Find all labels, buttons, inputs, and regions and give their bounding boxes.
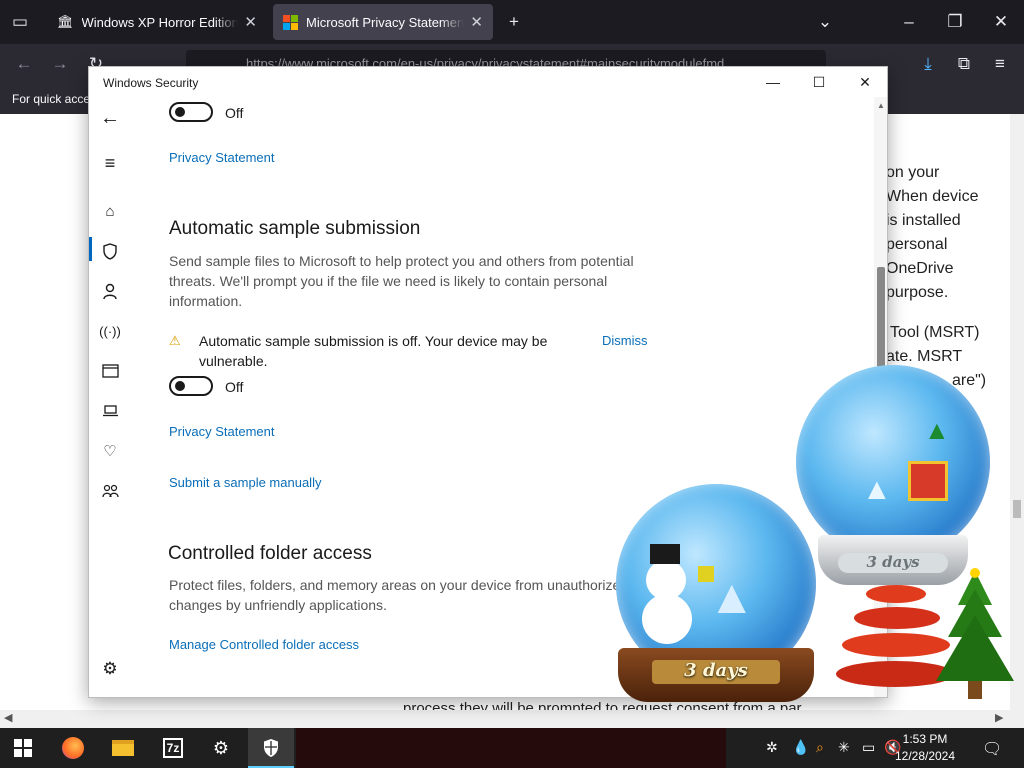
controlled-folder-access-heading: Controlled folder access xyxy=(168,543,372,564)
warning-icon: ⚠ xyxy=(169,333,181,348)
page-text: Tool (MSRT) xyxy=(890,324,980,341)
bookmarks-hint: For quick acce xyxy=(12,92,91,106)
christmas-tree-icon xyxy=(930,565,1020,705)
chevron-down-icon[interactable]: ⌄ xyxy=(809,6,841,38)
settings-icon[interactable]: ⚙ xyxy=(198,728,244,768)
warning-text: Automatic sample submission is off. Your… xyxy=(199,333,548,369)
page-text: When device xyxy=(886,188,979,205)
nav-selection-indicator xyxy=(89,237,92,261)
tab-xp-horror[interactable]: 🏛 Windows XP Horror Edition (De ✕ xyxy=(47,4,267,40)
snowflake-icon[interactable]: ✳ xyxy=(838,739,850,756)
windows-security-taskbar-icon[interactable] xyxy=(248,728,294,768)
days-label: 3 days xyxy=(652,660,780,684)
menu-icon[interactable]: ≡ xyxy=(984,48,1016,80)
taskbar-wallpaper-strip xyxy=(296,728,726,768)
close-tab-icon[interactable]: ✕ xyxy=(244,13,257,31)
snowy-tree-icon: ▲ xyxy=(708,571,756,624)
tree-icon: ▲ xyxy=(924,415,950,445)
top-hat-icon xyxy=(650,544,680,564)
forward-icon[interactable]: → xyxy=(44,48,76,80)
close-icon[interactable]: ✕ xyxy=(842,67,887,97)
globe-glass xyxy=(796,365,990,559)
privacy-statement-link[interactable]: Privacy Statement xyxy=(169,150,275,165)
search-icon[interactable]: ⌕ xyxy=(816,739,824,756)
settings-icon[interactable]: ⚙ xyxy=(95,655,125,683)
submit-sample-link[interactable]: Submit a sample manually xyxy=(169,475,321,490)
manage-controlled-folder-access-link[interactable]: Manage Controlled folder access xyxy=(169,637,359,652)
controlled-folder-access-description: Protect files, folders, and memory areas… xyxy=(169,577,629,613)
scroll-up-icon[interactable]: ▲ xyxy=(877,101,885,110)
gift-icon xyxy=(908,461,948,501)
tab-label: Windows XP Horror Edition (De xyxy=(81,14,239,30)
download-icon[interactable]: ⤓ xyxy=(912,48,944,80)
7zip-icon[interactable]: 7z xyxy=(150,728,196,768)
back-icon[interactable]: ← xyxy=(8,48,40,80)
start-button[interactable] xyxy=(0,728,46,768)
page-text: ate. MSRT xyxy=(886,348,963,365)
browser-tab-bar: ▭ 🏛 Windows XP Horror Edition (De ✕ Micr… xyxy=(0,0,1024,44)
new-tab-icon[interactable]: + xyxy=(498,6,530,38)
page-text: on your xyxy=(886,164,940,181)
page-text: personal xyxy=(886,236,948,253)
app-browser-icon[interactable] xyxy=(95,357,125,385)
notification-icon[interactable]: 🗨 xyxy=(982,739,1002,759)
tab-list-icon[interactable]: ▭ xyxy=(4,6,36,38)
home-icon[interactable]: ⌂ xyxy=(95,197,125,225)
clock-date: 12/28/2024 xyxy=(894,749,956,763)
close-window-icon[interactable]: ✕ xyxy=(985,6,1017,38)
privacy-statement-link[interactable]: Privacy Statement xyxy=(169,424,275,439)
snowy-tree-icon: ▲ xyxy=(862,473,892,506)
sample-submission-description: Send sample files to Microsoft to help p… xyxy=(169,253,634,309)
clock-time: 1:53 PM xyxy=(902,732,948,746)
page-text: purpose. xyxy=(886,284,949,301)
snowman-body xyxy=(642,594,692,644)
page-text: OneDrive xyxy=(886,260,954,277)
left-nav: ← ≡ ⌂ ((·)) ♡ ⚙ xyxy=(89,97,131,697)
restore-icon[interactable]: ❐ xyxy=(939,6,971,38)
extensions-icon[interactable]: ⧉ xyxy=(948,48,980,80)
droplet-icon[interactable]: 💧 xyxy=(792,739,809,756)
file-explorer-icon[interactable] xyxy=(100,728,146,768)
horizontal-scrollbar[interactable]: ◀ ▶ xyxy=(0,710,1024,728)
network-icon[interactable]: ▭ xyxy=(862,739,875,756)
hamburger-icon[interactable]: ≡ xyxy=(95,149,125,177)
tray-app-icon[interactable]: ✲ xyxy=(766,739,778,756)
toggle-label: Off xyxy=(225,105,244,121)
close-tab-icon[interactable]: ✕ xyxy=(470,13,483,31)
dismiss-button[interactable]: Dismiss xyxy=(602,333,648,348)
page-text: is installed xyxy=(886,212,961,229)
microsoft-logo-icon xyxy=(283,14,298,30)
taskbar: 7z ⚙ ✲ 💧 ⌕ ✳ ▭ 🔇 1:53 PM 12/28/2024 🗨 xyxy=(0,728,1024,768)
scroll-right-icon[interactable]: ▶ xyxy=(995,711,1003,724)
snow-globe-left[interactable]: ▲ 3 days xyxy=(612,484,822,704)
family-icon[interactable] xyxy=(95,477,125,505)
window-scroll-thumb[interactable] xyxy=(877,267,885,367)
person-icon[interactable] xyxy=(95,277,125,305)
museum-icon: 🏛 xyxy=(57,14,74,29)
maximize-icon[interactable]: ☐ xyxy=(796,67,842,97)
toggle-switch[interactable] xyxy=(169,102,213,122)
toggle-label: Off xyxy=(225,379,244,395)
page-scroll-thumb[interactable] xyxy=(1013,500,1021,518)
tab-label: Microsoft Privacy Statement – M xyxy=(306,14,465,30)
firefox-icon[interactable] xyxy=(50,728,96,768)
device-icon[interactable] xyxy=(95,397,125,425)
sample-submission-heading: Automatic sample submission xyxy=(169,218,421,239)
scroll-left-icon[interactable]: ◀ xyxy=(4,711,12,724)
health-icon[interactable]: ♡ xyxy=(95,437,125,465)
shield-icon[interactable] xyxy=(95,237,125,265)
tab-privacy-statement[interactable]: Microsoft Privacy Statement – M ✕ xyxy=(273,4,493,40)
clock[interactable]: 1:53 PM 12/28/2024 xyxy=(890,731,960,765)
sample-submission-toggle[interactable] xyxy=(169,376,213,396)
minimize-icon[interactable]: – xyxy=(893,6,925,38)
wireless-icon[interactable]: ((·)) xyxy=(95,317,125,345)
snow-globe-right[interactable]: ▲ ▲ 3 days xyxy=(796,365,990,589)
back-arrow-icon[interactable]: ← xyxy=(95,104,125,132)
